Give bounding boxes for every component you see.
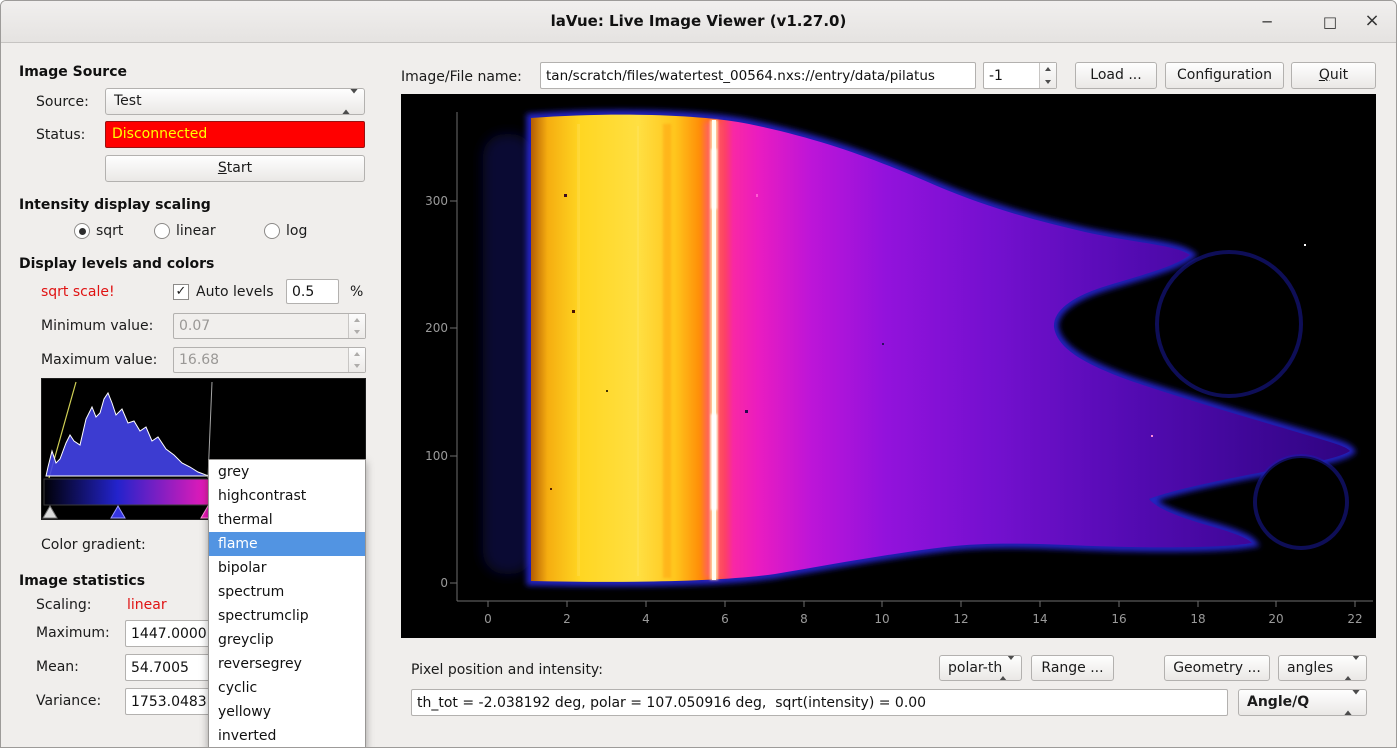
minimum-value-input <box>174 314 348 338</box>
x-tick: 20 <box>1268 612 1283 626</box>
maximum-value-spinbox <box>173 347 366 373</box>
gap-bite-lower <box>1255 456 1347 548</box>
transform-combobox[interactable]: polar-th <box>939 655 1022 681</box>
source-combobox-value: Test <box>114 93 142 109</box>
x-tick: 8 <box>800 612 808 626</box>
radio-linear[interactable] <box>154 223 170 239</box>
window-title: laVue: Live Image Viewer (v1.27.0) <box>1 12 1396 30</box>
blue-halo <box>483 134 533 574</box>
menu-item-bipolar[interactable]: bipolar <box>209 556 365 580</box>
intensity-scaling-heading: Intensity display scaling <box>19 196 211 214</box>
y-tick-300: 300 <box>425 194 448 208</box>
titlebar[interactable]: laVue: Live Image Viewer (v1.27.0) ─ □ × <box>1 1 1396 43</box>
y-tick-200: 200 <box>425 321 448 335</box>
app-window: laVue: Live Image Viewer (v1.27.0) ─ □ ×… <box>0 0 1397 748</box>
menu-item-spectrumclip[interactable]: spectrumclip <box>209 604 365 628</box>
stats-maximum-label: Maximum: <box>36 624 110 642</box>
maximize-button[interactable]: □ <box>1319 11 1341 33</box>
x-tick: 18 <box>1190 612 1205 626</box>
frame-spinbox[interactable] <box>983 62 1057 89</box>
maximum-value-input <box>174 348 348 372</box>
menu-item-highcontrast[interactable]: highcontrast <box>209 484 365 508</box>
load-button[interactable]: Load ... <box>1075 62 1157 89</box>
quit-button[interactable]: Quit <box>1291 62 1376 89</box>
stats-mean-label: Mean: <box>36 658 79 676</box>
radio-log-label[interactable]: log <box>286 222 307 240</box>
menu-item-greyclip[interactable]: greyclip <box>209 628 365 652</box>
menu-item-thermal[interactable]: thermal <box>209 508 365 532</box>
radio-sqrt-label[interactable]: sqrt <box>96 222 123 240</box>
auto-levels-percent-input[interactable] <box>286 279 339 304</box>
menu-item-inverted[interactable]: inverted <box>209 724 365 748</box>
menu-item-grey[interactable]: grey <box>209 460 365 484</box>
gap-bite-upper <box>1157 252 1301 396</box>
radio-log[interactable] <box>264 223 280 239</box>
x-tick: 4 <box>642 612 650 626</box>
stats-scaling-value: linear <box>127 596 167 614</box>
image-plot[interactable]: 300 200 100 0 0 2 4 6 8 10 12 14 16 18 2… <box>401 94 1376 638</box>
image-statistics-heading: Image statistics <box>19 572 145 590</box>
spin-arrows-icon <box>348 314 365 338</box>
scale-note: sqrt scale! <box>41 283 115 301</box>
x-tick: 6 <box>721 612 729 626</box>
units-combobox[interactable]: angles <box>1278 655 1367 681</box>
menu-item-cyclic[interactable]: cyclic <box>209 676 365 700</box>
close-button[interactable]: × <box>1361 11 1383 33</box>
spin-arrows-icon[interactable] <box>1039 63 1056 88</box>
x-tick: 16 <box>1111 612 1126 626</box>
source-combobox[interactable]: Test <box>105 88 365 115</box>
file-name-label: Image/File name: <box>401 68 522 86</box>
color-gradient-label: Color gradient: <box>41 536 146 554</box>
x-tick: 2 <box>563 612 571 626</box>
minimize-button[interactable]: ─ <box>1256 11 1278 33</box>
x-tick: 12 <box>953 612 968 626</box>
x-tick: 0 <box>484 612 492 626</box>
file-path-input[interactable] <box>540 62 976 89</box>
configuration-button[interactable]: Configuration <box>1165 62 1284 89</box>
combo-arrows-icon <box>342 89 358 114</box>
y-tick-100: 100 <box>425 449 448 463</box>
x-tick: 14 <box>1032 612 1047 626</box>
status-label: Status: <box>36 126 85 144</box>
combo-arrows-icon <box>999 656 1015 680</box>
auto-levels-label[interactable]: Auto levels <box>196 283 274 301</box>
bright-line <box>704 120 722 580</box>
menu-item-reversegrey[interactable]: reversegrey <box>209 652 365 676</box>
menu-item-yellowy[interactable]: yellowy <box>209 700 365 724</box>
combo-arrows-icon <box>1344 656 1360 680</box>
radio-sqrt[interactable] <box>74 223 90 239</box>
frame-input[interactable] <box>984 63 1039 88</box>
transform-combobox-value: polar-th <box>948 660 1002 676</box>
menu-item-flame[interactable]: flame <box>209 532 365 556</box>
stats-variance-label: Variance: <box>36 692 101 710</box>
auto-levels-checkbox[interactable]: ✓ <box>173 284 189 300</box>
range-button[interactable]: Range ... <box>1031 655 1114 681</box>
radio-linear-label[interactable]: linear <box>176 222 216 240</box>
image-source-heading: Image Source <box>19 63 127 81</box>
mode-combobox-value: Angle/Q <box>1247 694 1309 710</box>
display-levels-heading: Display levels and colors <box>19 255 214 273</box>
geometry-button[interactable]: Geometry ... <box>1164 655 1270 681</box>
spin-arrows-icon <box>348 348 365 372</box>
mode-combobox[interactable]: Angle/Q <box>1238 689 1367 716</box>
menu-item-spectrum[interactable]: spectrum <box>209 580 365 604</box>
check-icon: ✓ <box>176 284 187 299</box>
units-combobox-value: angles <box>1287 660 1333 676</box>
minimum-value-spinbox <box>173 313 366 339</box>
gradient-dropdown-menu: grey highcontrast thermal flame bipolar … <box>208 459 366 748</box>
stats-scaling-label: Scaling: <box>36 596 91 614</box>
source-label: Source: <box>36 93 89 111</box>
minimum-value-label: Minimum value: <box>41 317 153 335</box>
pixel-position-label: Pixel position and intensity: <box>411 661 603 679</box>
image-plot-canvas: 300 200 100 0 0 2 4 6 8 10 12 14 16 18 2… <box>401 94 1376 638</box>
status-field: Disconnected <box>105 121 365 148</box>
pixel-readout-field[interactable] <box>411 689 1228 716</box>
x-tick: 10 <box>874 612 889 626</box>
x-tick: 22 <box>1347 612 1362 626</box>
percent-sign: % <box>350 283 363 301</box>
combo-arrows-icon <box>1344 690 1360 715</box>
start-button[interactable]: Start <box>105 155 365 182</box>
y-tick-0: 0 <box>440 576 448 590</box>
maximum-value-label: Maximum value: <box>41 351 157 369</box>
